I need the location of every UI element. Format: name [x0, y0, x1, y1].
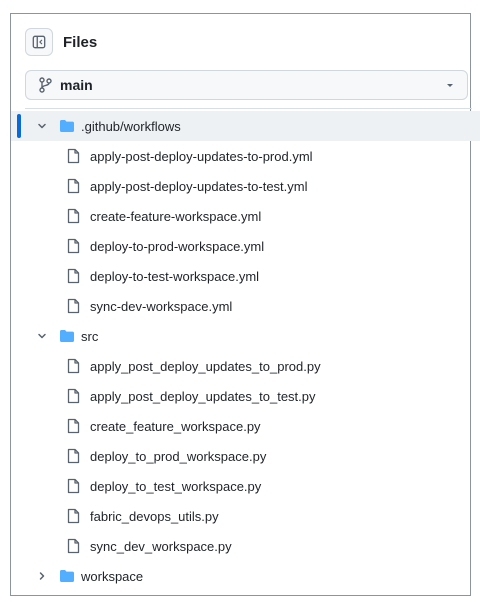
file-row[interactable]: sync-dev-workspace.yml — [11, 291, 480, 321]
chevron-right-icon[interactable] — [35, 569, 49, 583]
file-row[interactable]: sync_dev_workspace.py — [11, 531, 480, 561]
panel-title: Files — [63, 33, 98, 51]
divider — [25, 108, 472, 109]
file-label: sync_dev_workspace.py — [90, 538, 232, 554]
file-label: apply_post_deploy_updates_to_prod.py — [90, 358, 321, 374]
file-label: deploy_to_test_workspace.py — [90, 478, 262, 494]
file-label: deploy-to-test-workspace.yml — [90, 268, 260, 284]
file-row[interactable]: apply_post_deploy_updates_to_test.py — [11, 381, 480, 411]
branch-selector[interactable]: main — [25, 70, 468, 100]
sidebar-collapse-icon — [32, 35, 46, 49]
file-label: apply_post_deploy_updates_to_test.py — [90, 388, 316, 404]
file-row[interactable]: apply_post_deploy_updates_to_prod.py — [11, 351, 480, 381]
file-icon — [67, 538, 81, 554]
sidebar-toggle-button[interactable] — [25, 28, 53, 56]
file-row[interactable]: create_feature_workspace.py — [11, 411, 480, 441]
file-icon — [67, 388, 81, 404]
git-branch-icon — [38, 77, 52, 93]
chevron-down-icon[interactable] — [35, 329, 49, 343]
branch-name: main — [60, 77, 93, 93]
file-tree-panel: Files main .github/workflows apply-post-d… — [10, 13, 480, 596]
file-label: create_feature_workspace.py — [90, 418, 261, 434]
file-label: deploy-to-prod-workspace.yml — [90, 238, 265, 254]
file-icon — [67, 148, 81, 164]
caret-down-icon — [445, 80, 455, 90]
file-label: apply-post-deploy-updates-to-prod.yml — [90, 148, 313, 164]
file-row[interactable]: fabric_devops_utils.py — [11, 501, 480, 531]
file-icon — [67, 508, 81, 524]
file-label: fabric_devops_utils.py — [90, 508, 219, 524]
folder-row[interactable]: src — [11, 321, 480, 351]
file-row[interactable]: deploy-to-prod-workspace.yml — [11, 231, 480, 261]
file-row[interactable]: apply-post-deploy-updates-to-test.yml — [11, 171, 480, 201]
file-icon — [67, 418, 81, 434]
file-icon — [67, 298, 81, 314]
chevron-down-icon[interactable] — [35, 119, 49, 133]
file-row[interactable]: deploy_to_test_workspace.py — [11, 471, 480, 501]
file-tree: .github/workflows apply-post-deploy-updat… — [11, 111, 480, 591]
file-label: apply-post-deploy-updates-to-test.yml — [90, 178, 308, 194]
folder-label: workspace — [81, 568, 144, 584]
file-icon — [67, 478, 81, 494]
file-icon — [67, 268, 81, 284]
panel-header: Files — [25, 27, 97, 57]
folder-row[interactable]: .github/workflows — [11, 111, 480, 141]
folder-row[interactable]: workspace — [11, 561, 480, 591]
file-label: create-feature-workspace.yml — [90, 208, 262, 224]
file-icon — [67, 358, 81, 374]
file-row[interactable]: deploy-to-test-workspace.yml — [11, 261, 480, 291]
file-icon — [67, 178, 81, 194]
folder-icon — [59, 569, 75, 583]
file-row[interactable]: deploy_to_prod_workspace.py — [11, 441, 480, 471]
file-label: sync-dev-workspace.yml — [90, 298, 233, 314]
folder-icon — [59, 119, 75, 133]
folder-label: .github/workflows — [81, 118, 181, 134]
file-row[interactable]: apply-post-deploy-updates-to-prod.yml — [11, 141, 480, 171]
file-row[interactable]: create-feature-workspace.yml — [11, 201, 480, 231]
folder-label: src — [81, 328, 99, 344]
file-icon — [67, 448, 81, 464]
folder-icon — [59, 329, 75, 343]
file-icon — [67, 208, 81, 224]
file-icon — [67, 238, 81, 254]
file-label: deploy_to_prod_workspace.py — [90, 448, 267, 464]
